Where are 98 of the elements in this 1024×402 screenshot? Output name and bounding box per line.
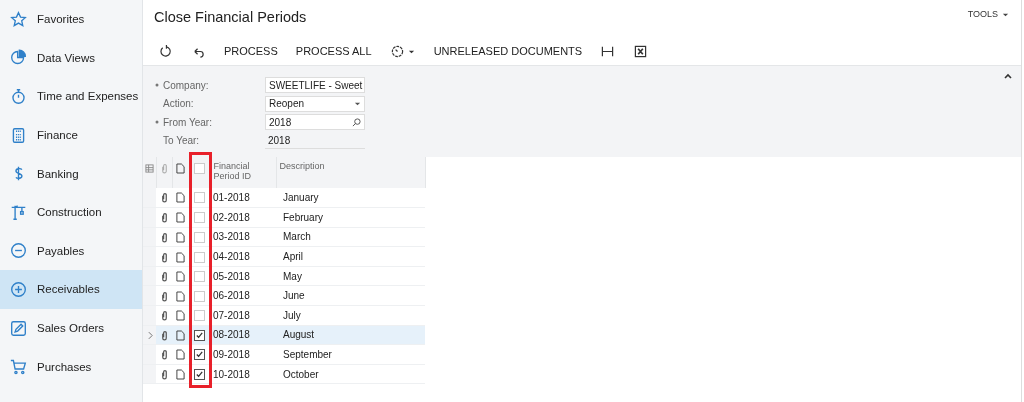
sidebar-label: Construction [37, 206, 102, 219]
sidebar-label: Banking [37, 167, 79, 180]
pencil-icon [10, 319, 27, 337]
sidebar-label: Favorites [37, 13, 85, 26]
table-cell: 10-2018 [210, 364, 276, 384]
collapse-icon[interactable] [1003, 72, 1013, 80]
star-icon [10, 10, 27, 28]
stopwatch-icon [10, 88, 27, 105]
paperclip-icon[interactable] [160, 212, 168, 224]
sidebar-item[interactable]: Data Views [0, 38, 142, 78]
sidebar-item[interactable]: Sales Orders [0, 308, 142, 348]
note-icon[interactable] [176, 231, 185, 243]
page-title: Close Financial Periods [154, 9, 307, 25]
field-label: From Year: [163, 116, 213, 128]
toolbar-button[interactable]: PROCESS [215, 41, 287, 61]
table-cell: 01-2018 [210, 188, 276, 208]
toolbar-button[interactable]: PROCESS ALL [286, 41, 381, 61]
table-cell: January [276, 188, 425, 208]
paperclip-icon [160, 163, 168, 175]
table-cell: 04-2018 [210, 246, 276, 267]
lookup-field[interactable]: 2018 [265, 114, 365, 131]
table-cell: 03-2018 [210, 227, 276, 247]
row-checkbox[interactable] [194, 369, 205, 381]
sidebar-label: Payables [37, 244, 85, 257]
caret-icon [354, 100, 361, 108]
grid-settings-icon[interactable] [144, 164, 154, 174]
note-icon[interactable] [176, 349, 185, 361]
calculator-icon [10, 126, 27, 144]
current-row-icon [147, 331, 153, 341]
table-cell: 05-2018 [210, 266, 276, 286]
sidebar-label: Sales Orders [37, 322, 105, 335]
note-icon [176, 163, 185, 175]
sidebar-label: Purchases [37, 360, 92, 373]
table-cell: 06-2018 [210, 285, 276, 306]
note-icon[interactable] [176, 369, 185, 381]
paperclip-icon[interactable] [160, 369, 168, 381]
paperclip-icon[interactable] [160, 290, 168, 302]
excel-icon [634, 44, 648, 58]
sidebar-item[interactable]: Favorites [0, 0, 142, 39]
paperclip-icon[interactable] [160, 329, 168, 341]
table-cell: September [276, 344, 425, 365]
sidebar-item[interactable]: Construction [0, 192, 142, 232]
table-cell: February [276, 207, 425, 228]
note-icon[interactable] [176, 290, 185, 302]
select-all-checkbox[interactable] [194, 163, 205, 175]
sidebar-item[interactable]: Time and Expenses [0, 77, 142, 116]
field-label: Company: [163, 79, 210, 91]
sidebar-item[interactable]: Payables [0, 231, 142, 271]
row-checkbox[interactable] [194, 329, 205, 341]
toolbar-button[interactable]: UNRELEASED DOCUMENTS [424, 41, 592, 61]
table-cell: April [276, 246, 425, 267]
paperclip-icon[interactable] [160, 231, 168, 243]
sidebar-item[interactable]: Banking [0, 154, 142, 193]
minus-circle-icon [10, 242, 27, 260]
sidebar-item[interactable]: Finance [0, 115, 142, 155]
sidebar-label: Finance [37, 129, 78, 142]
tools-menu[interactable]: TOOLS [967, 9, 1009, 19]
cart-icon [10, 358, 27, 376]
column-header[interactable]: Description [276, 157, 425, 188]
note-icon[interactable] [176, 271, 185, 283]
sidebar-item[interactable]: Receivables [0, 270, 142, 309]
table-cell: 07-2018 [210, 305, 276, 326]
sidebar-label: Data Views [37, 51, 95, 64]
row-checkbox[interactable] [194, 349, 205, 361]
field-value: 2018 [265, 132, 365, 149]
crane-icon [10, 203, 27, 221]
select-field[interactable]: Reopen [265, 95, 365, 112]
sidebar-item[interactable]: Purchases [0, 347, 142, 386]
search-icon [352, 117, 361, 127]
column-header[interactable]: Financial Period ID [210, 157, 276, 188]
table-cell: July [276, 305, 425, 326]
table-cell: June [276, 285, 425, 306]
plus-circle-icon [10, 280, 27, 298]
paperclip-icon[interactable] [160, 310, 168, 322]
clock-icon [390, 44, 404, 58]
table-cell: August [276, 325, 425, 345]
note-icon[interactable] [176, 329, 185, 341]
table-cell: October [276, 364, 425, 384]
field-label: To Year: [163, 135, 201, 147]
sidebar-label: Time and Expenses [37, 90, 139, 103]
table-cell: 09-2018 [210, 344, 276, 365]
table-cell: May [276, 266, 425, 286]
note-icon[interactable] [176, 310, 185, 322]
table-cell: March [276, 227, 425, 247]
table-cell: 02-2018 [210, 207, 276, 228]
note-icon[interactable] [176, 212, 185, 224]
note-icon[interactable] [176, 192, 185, 204]
paperclip-icon[interactable] [160, 271, 168, 283]
pie-chart-icon [10, 49, 27, 67]
field-label: Action: [163, 98, 195, 110]
sidebar-label: Receivables [37, 283, 100, 296]
note-icon[interactable] [176, 251, 185, 263]
refresh-icon [159, 44, 172, 58]
paperclip-icon[interactable] [160, 349, 168, 361]
paperclip-icon[interactable] [160, 251, 168, 263]
paperclip-icon[interactable] [160, 192, 168, 204]
lookup-field[interactable]: SWEETLIFE - Sweet [265, 77, 365, 94]
fit-width-icon [601, 44, 615, 58]
